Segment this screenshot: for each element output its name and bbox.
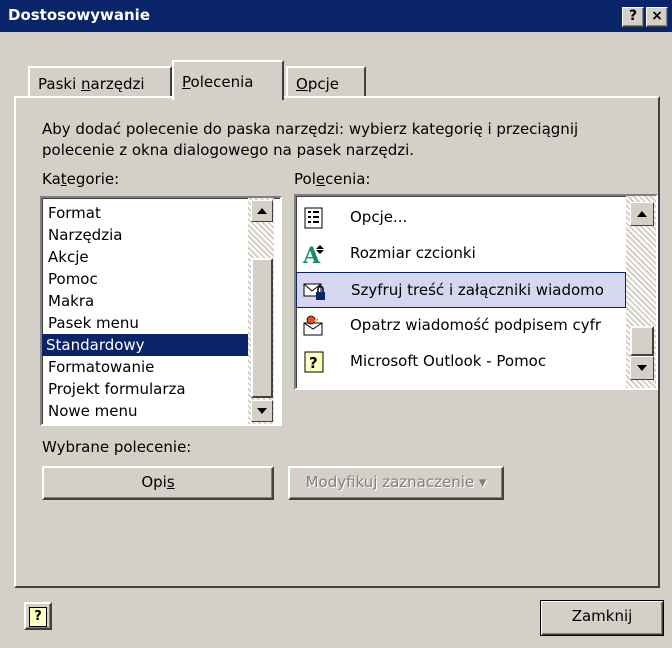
categories-listbox[interactable]: Format Narzędzia Akcje Pomoc Makra Pasek… (40, 196, 282, 426)
categories-label: Kategorie: (42, 170, 119, 188)
command-item-label: Microsoft Outlook - Pomoc (350, 352, 547, 370)
tab-panel-commands: Aby dodać polecenie do paska narzędzi: w… (14, 96, 660, 588)
arrow-down-icon (257, 408, 267, 414)
tab-toolbars-label-accel: n (81, 75, 91, 93)
tab-options-label-post: pcje (307, 75, 339, 93)
commands-label-accel: e (315, 170, 326, 188)
digital-signature-icon (303, 315, 323, 336)
tab-commands-label-accel: P (182, 73, 191, 91)
category-item[interactable]: Nowe menu (46, 400, 138, 422)
category-item[interactable]: Pasek menu (46, 312, 139, 334)
close-button[interactable]: Zamknij (540, 600, 664, 636)
dropdown-arrow-icon: ▾ (478, 473, 487, 491)
tab-options-label-accel: O (296, 75, 308, 93)
categories-scroll-thumb[interactable] (251, 258, 273, 398)
category-item[interactable]: Projekt formularza (46, 378, 186, 400)
tab-commands[interactable]: Polecenia (172, 60, 284, 100)
options-icon (304, 207, 323, 229)
description-button-label-accel: s (166, 473, 175, 491)
tab-toolbars-label-post: arzędzi (90, 75, 145, 93)
tab-toolbars-label-pre: Paski (38, 75, 82, 93)
arrow-down-icon (637, 365, 647, 371)
commands-scroll-down-button[interactable] (630, 356, 654, 380)
svg-text:?: ? (309, 354, 318, 372)
category-item[interactable]: Pomoc (46, 268, 98, 290)
command-item[interactable]: Opatrz wiadomość podpisem cyfr (296, 308, 626, 344)
categories-scroll-down-button[interactable] (251, 400, 273, 422)
description-button[interactable]: Opis (42, 466, 274, 500)
category-item[interactable]: Makra (46, 290, 94, 312)
commands-label: Polecenia: (294, 170, 371, 188)
categories-label-post: egorie: (66, 170, 120, 188)
encrypt-message-icon (303, 283, 325, 300)
description-button-label-pre: Opi (141, 473, 167, 491)
title-bar[interactable]: Dostosowywanie ? × (0, 0, 672, 32)
categories-scrollbar[interactable] (248, 198, 274, 424)
help-button[interactable]: ? (24, 602, 52, 630)
command-item-label: Opatrz wiadomość podpisem cyfr (350, 316, 602, 334)
command-item-label: Opcje... (350, 208, 408, 226)
categories-label-pre: Ka (42, 170, 61, 188)
tab-commands-label-post: olecenia (190, 73, 254, 91)
command-item[interactable]: ? Microsoft Outlook - Pomoc (296, 344, 626, 380)
commands-scrollbar[interactable] (626, 196, 656, 388)
dialog-title: Dostosowywanie (8, 6, 151, 24)
command-item[interactable]: A Rozmiar czcionki (296, 236, 626, 272)
instructions-line-1: Aby dodać polecenie do paska narzędzi: w… (42, 120, 579, 138)
help-icon: ? (304, 351, 324, 373)
arrow-up-icon (637, 211, 647, 217)
command-item-selected[interactable]: Szyfruj treść i załączniki wiadomo (296, 272, 626, 308)
modify-selection-button[interactable]: Modyfikuj zaznaczenie ▾ (288, 466, 504, 500)
font-size-icon: A (302, 243, 324, 266)
title-close-button[interactable]: × (646, 7, 668, 27)
svg-text:A: A (302, 243, 321, 266)
commands-scroll-thumb[interactable] (630, 326, 654, 356)
categories-scroll-up-button[interactable] (251, 200, 273, 222)
title-help-button[interactable]: ? (622, 7, 644, 27)
category-item[interactable]: Format (46, 202, 101, 224)
selected-command-label: Wybrane polecenie: (42, 438, 192, 456)
command-item-label: Rozmiar czcionki (350, 244, 476, 262)
commands-label-pre: Pol (294, 170, 316, 188)
category-item[interactable]: Akcje (46, 246, 89, 268)
tab-toolbars[interactable]: Paski narzędzi (28, 66, 172, 96)
commands-listbox[interactable]: Opcje... A Rozmiar czcionki Szyfruj treś… (294, 194, 658, 390)
modify-selection-label: Modyfikuj zaznaczenie (305, 473, 475, 491)
help-icon: ? (29, 607, 47, 627)
category-item[interactable]: Formatowanie (46, 356, 154, 378)
arrow-up-icon (257, 208, 267, 214)
customize-dialog: Dostosowywanie ? × Paski narzędzi Polece… (0, 0, 672, 648)
instructions-line-2: polecenie z okna dialogowego na pasek na… (42, 141, 415, 159)
command-item[interactable]: Opcje... (296, 200, 626, 236)
commands-label-post: cenia: (325, 170, 371, 188)
commands-scroll-up-button[interactable] (630, 202, 654, 226)
tab-options[interactable]: Opcje (286, 66, 366, 96)
category-item[interactable]: Narzędzia (46, 224, 122, 246)
category-item-selected[interactable]: Standardowy (42, 334, 248, 356)
command-item-label: Szyfruj treść i załączniki wiadomo (351, 281, 604, 299)
